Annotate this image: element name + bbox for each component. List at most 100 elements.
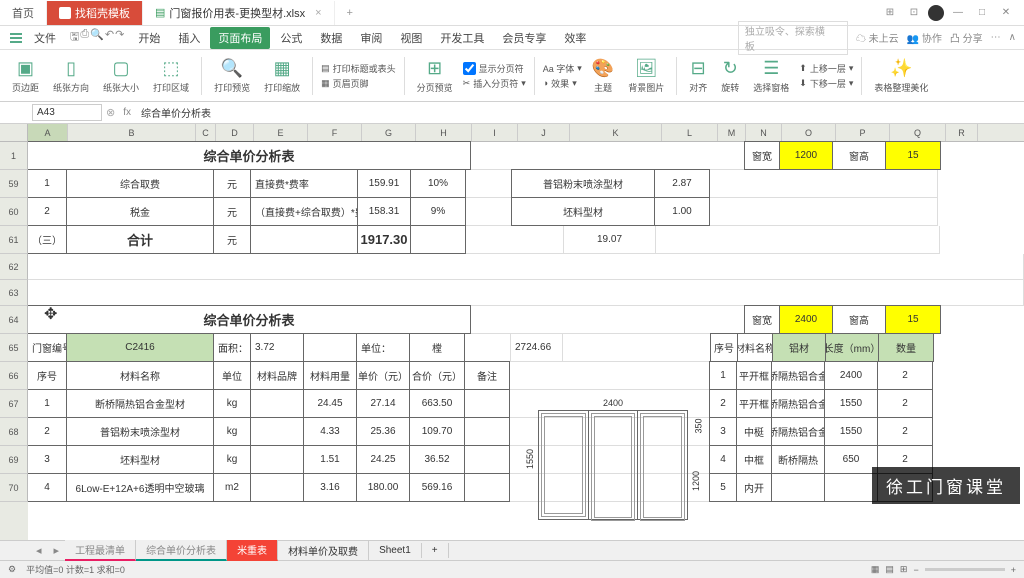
cell[interactable]: 坯料型材 xyxy=(511,197,655,226)
col-header[interactable]: J xyxy=(518,124,570,141)
cell[interactable]: 2 xyxy=(709,389,737,418)
cell[interactable] xyxy=(471,142,745,170)
cell[interactable]: 单位： xyxy=(356,333,410,362)
cell[interactable]: 180.00 xyxy=(356,473,410,502)
cell[interactable]: kg xyxy=(213,417,251,446)
cell[interactable]: 合计 xyxy=(66,225,214,254)
menu-file[interactable]: 文件 xyxy=(26,27,64,49)
cell[interactable]: 109.70 xyxy=(409,417,465,446)
cell[interactable] xyxy=(510,390,710,418)
cell[interactable]: 断桥隔热铝合金型材 xyxy=(66,389,214,418)
name-box[interactable]: A43 xyxy=(32,104,102,121)
more-icon[interactable]: ⋯ xyxy=(991,32,1001,43)
cell[interactable]: 门窗编号： xyxy=(28,333,67,362)
cell[interactable]: 合价（元） xyxy=(409,361,465,390)
cell[interactable] xyxy=(410,225,466,254)
cell[interactable]: 25.36 xyxy=(356,417,410,446)
cell[interactable] xyxy=(464,473,510,502)
cell[interactable] xyxy=(250,225,358,254)
minimize-button[interactable]: — xyxy=(948,4,968,22)
menu-view[interactable]: 视图 xyxy=(392,27,430,49)
menu-formula[interactable]: 公式 xyxy=(272,27,310,49)
ribbon-font[interactable]: Aa 字体 ▾ xyxy=(543,62,582,75)
cell[interactable]: 窗高 xyxy=(832,305,886,334)
cell[interactable] xyxy=(510,474,710,502)
cell[interactable]: 3.72 xyxy=(250,333,304,362)
toolbar-preview-icon[interactable]: 🔍 xyxy=(90,28,104,47)
ribbon-margin[interactable]: ▣页边距 xyxy=(8,58,43,94)
view-break-icon[interactable]: ⊞ xyxy=(900,564,908,575)
toolbar-undo-icon[interactable]: ↶ xyxy=(105,28,114,47)
cell[interactable] xyxy=(250,389,304,418)
new-tab-button[interactable]: + xyxy=(335,7,365,19)
window-grid-icon[interactable]: ⊡ xyxy=(904,4,924,22)
cell[interactable]: kg xyxy=(213,389,251,418)
cell[interactable]: （直接费+综合取费）*费率 xyxy=(250,197,358,226)
cell[interactable]: 2 xyxy=(28,197,67,226)
cell[interactable]: 1917.30 xyxy=(357,225,411,254)
cell[interactable] xyxy=(250,473,304,502)
cell[interactable]: 综合单价分析表 xyxy=(28,305,471,334)
cell[interactable]: 2400 xyxy=(824,361,878,390)
cell[interactable] xyxy=(471,306,745,334)
cell[interactable]: m2 xyxy=(213,473,251,502)
cell[interactable]: 15 xyxy=(885,141,941,170)
menu-insert[interactable]: 插入 xyxy=(170,27,208,49)
row-header[interactable]: 66 xyxy=(0,362,28,390)
select-all-corner[interactable] xyxy=(0,124,28,142)
cell[interactable]: 综合取费 xyxy=(66,169,214,198)
col-header[interactable]: O xyxy=(782,124,836,141)
zoom-out-icon[interactable]: − xyxy=(913,565,918,575)
cell[interactable]: 备注 xyxy=(464,361,510,390)
fx-cancel-icon[interactable]: ⊗ xyxy=(106,106,115,119)
cell[interactable]: 2.87 xyxy=(654,169,710,198)
formula-input[interactable]: 综合单价分析表 xyxy=(139,103,1020,122)
cell[interactable]: 159.91 xyxy=(357,169,411,198)
menu-dev[interactable]: 开发工具 xyxy=(432,27,492,49)
cell[interactable]: 长度（mm） xyxy=(825,333,879,362)
cell[interactable]: 27.14 xyxy=(356,389,410,418)
menu-data[interactable]: 数据 xyxy=(312,27,350,49)
sheet-tab-active[interactable]: 米重表 xyxy=(227,540,278,561)
cell[interactable]: 元 xyxy=(213,169,251,198)
col-header[interactable]: R xyxy=(946,124,978,141)
row-header[interactable]: 1 xyxy=(0,142,28,170)
ribbon-showpage[interactable]: 显示分页符 xyxy=(463,62,526,75)
cell[interactable]: 3 xyxy=(709,417,737,446)
cloud-status[interactable]: ☁ 未上云 xyxy=(856,30,899,45)
cell[interactable]: 650 xyxy=(824,445,878,474)
cell[interactable]: 序号 xyxy=(28,361,67,390)
menu-vip[interactable]: 会员专享 xyxy=(494,27,554,49)
cell[interactable]: C2416 xyxy=(66,333,214,362)
ribbon-selectpane[interactable]: ☰选择窗格 xyxy=(749,58,793,94)
cell[interactable]: 税金 xyxy=(66,197,214,226)
cell[interactable] xyxy=(28,280,1024,306)
cell[interactable]: 1 xyxy=(28,389,67,418)
cell[interactable]: 材料名称 xyxy=(66,361,214,390)
cell[interactable] xyxy=(250,445,304,474)
sheet-nav-next[interactable]: ▸ xyxy=(48,544,66,557)
ribbon-align[interactable]: ⊟对齐 xyxy=(685,58,711,94)
cell[interactable]: 1 xyxy=(28,169,67,198)
row-header[interactable]: 67 xyxy=(0,390,28,418)
cell[interactable] xyxy=(771,473,825,502)
ribbon-title[interactable]: ▤ 打印标题或表头 xyxy=(321,62,396,75)
toolbar-print-icon[interactable]: ⎙ xyxy=(80,28,89,47)
fx-icon[interactable]: fx xyxy=(119,107,135,118)
cell[interactable]: 4 xyxy=(709,445,737,474)
sheet-nav-prev[interactable]: ◂ xyxy=(30,544,48,557)
cell[interactable]: 单价（元） xyxy=(356,361,410,390)
ribbon-preview[interactable]: 🔍打印预览 xyxy=(210,58,254,94)
cell[interactable] xyxy=(465,334,511,362)
cell[interactable]: 樘 xyxy=(409,333,465,362)
ribbon-effect[interactable]: ◑ 效果 ▾ xyxy=(543,77,582,90)
cell[interactable] xyxy=(464,417,510,446)
expand-icon[interactable]: ∧ xyxy=(1009,32,1016,43)
cell[interactable] xyxy=(710,170,938,198)
cell[interactable]: 材料用量 xyxy=(303,361,357,390)
cell[interactable] xyxy=(464,389,510,418)
cell[interactable] xyxy=(466,170,512,198)
sheet-tab[interactable]: 材料单价及取费 xyxy=(278,541,369,560)
cell[interactable]: 材料品牌 xyxy=(250,361,304,390)
cell[interactable]: 1200 xyxy=(779,141,833,170)
